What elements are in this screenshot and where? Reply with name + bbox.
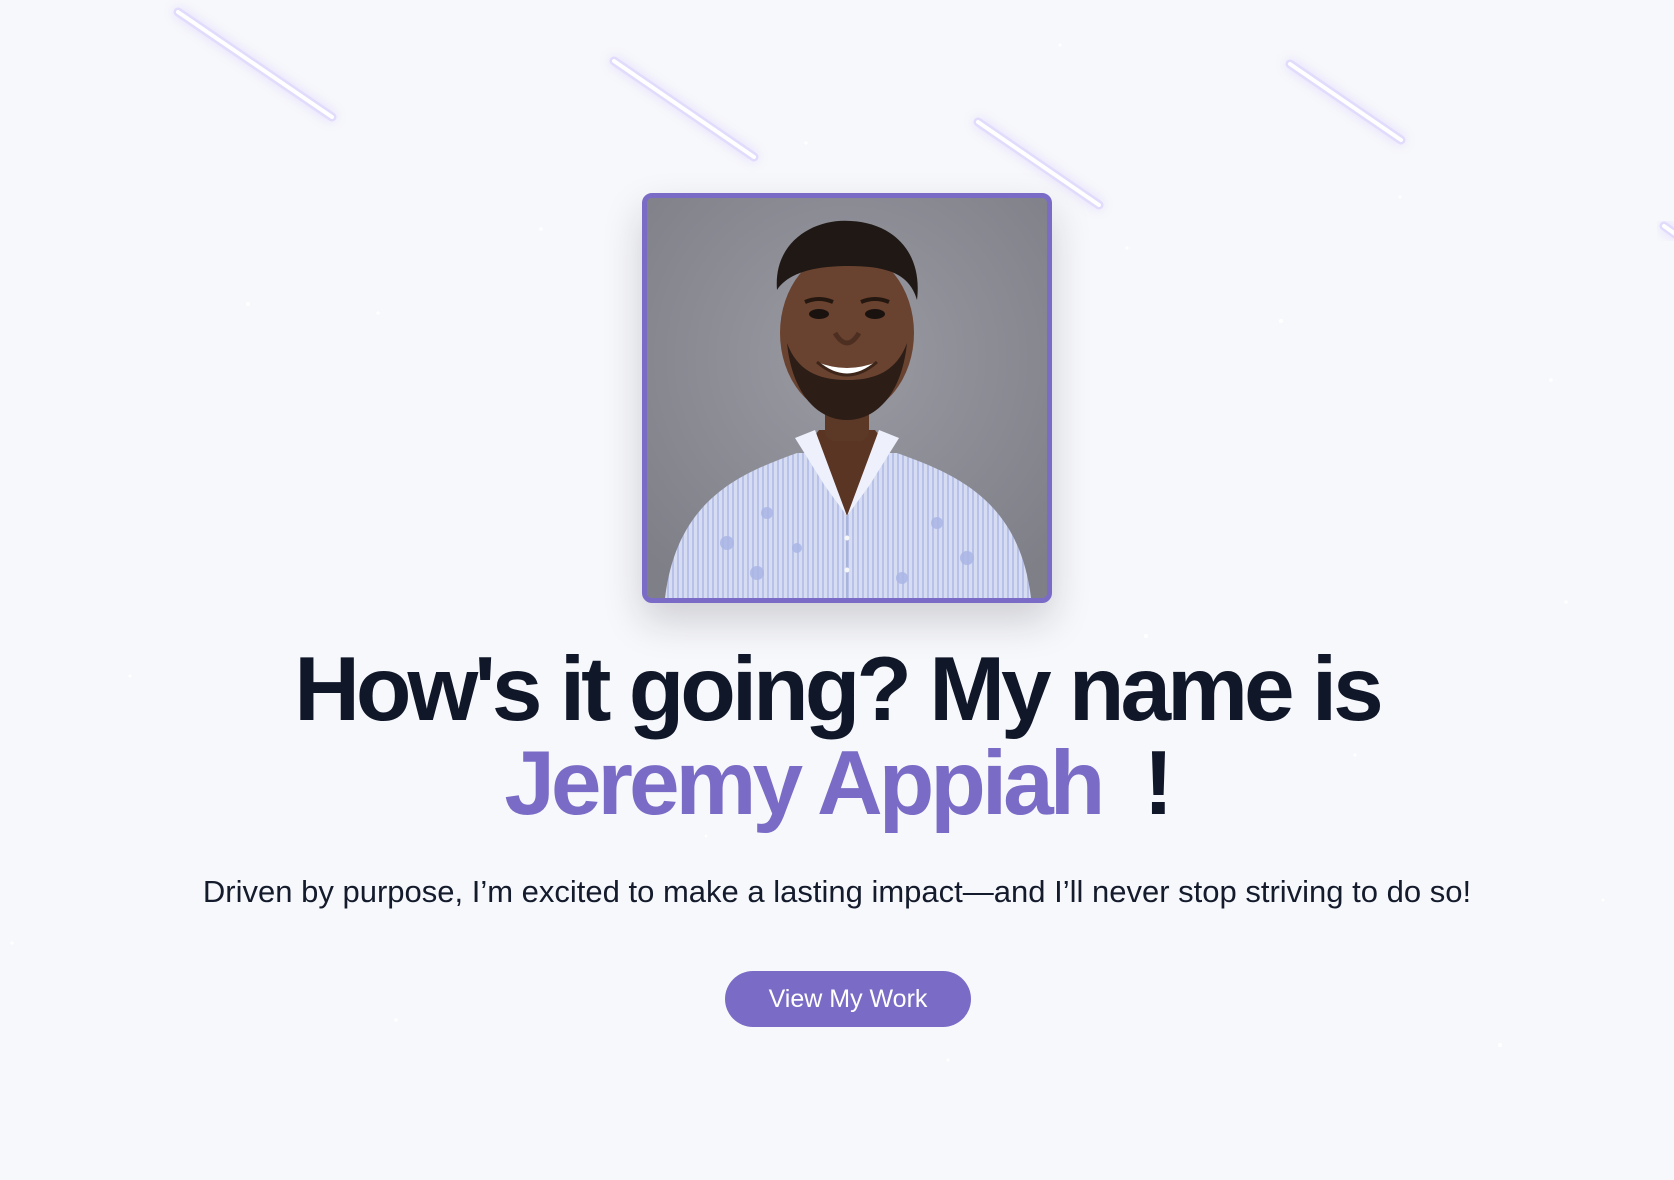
portrait-illustration [647,198,1047,598]
profile-photo [642,193,1052,603]
hero-headline: How's it going? My name is Jeremy Appiah… [0,643,1674,831]
view-my-work-button[interactable]: View My Work [725,971,971,1027]
hero-tagline: Driven by purpose, I’m excited to make a… [202,874,1472,909]
greeting-text: How's it going? My name is [294,639,1384,740]
person-name: Jeremy Appiah [504,733,1105,834]
exclamation-mark: ! [1143,733,1173,834]
hero-section: How's it going? My name is Jeremy Appiah… [0,0,1674,1180]
